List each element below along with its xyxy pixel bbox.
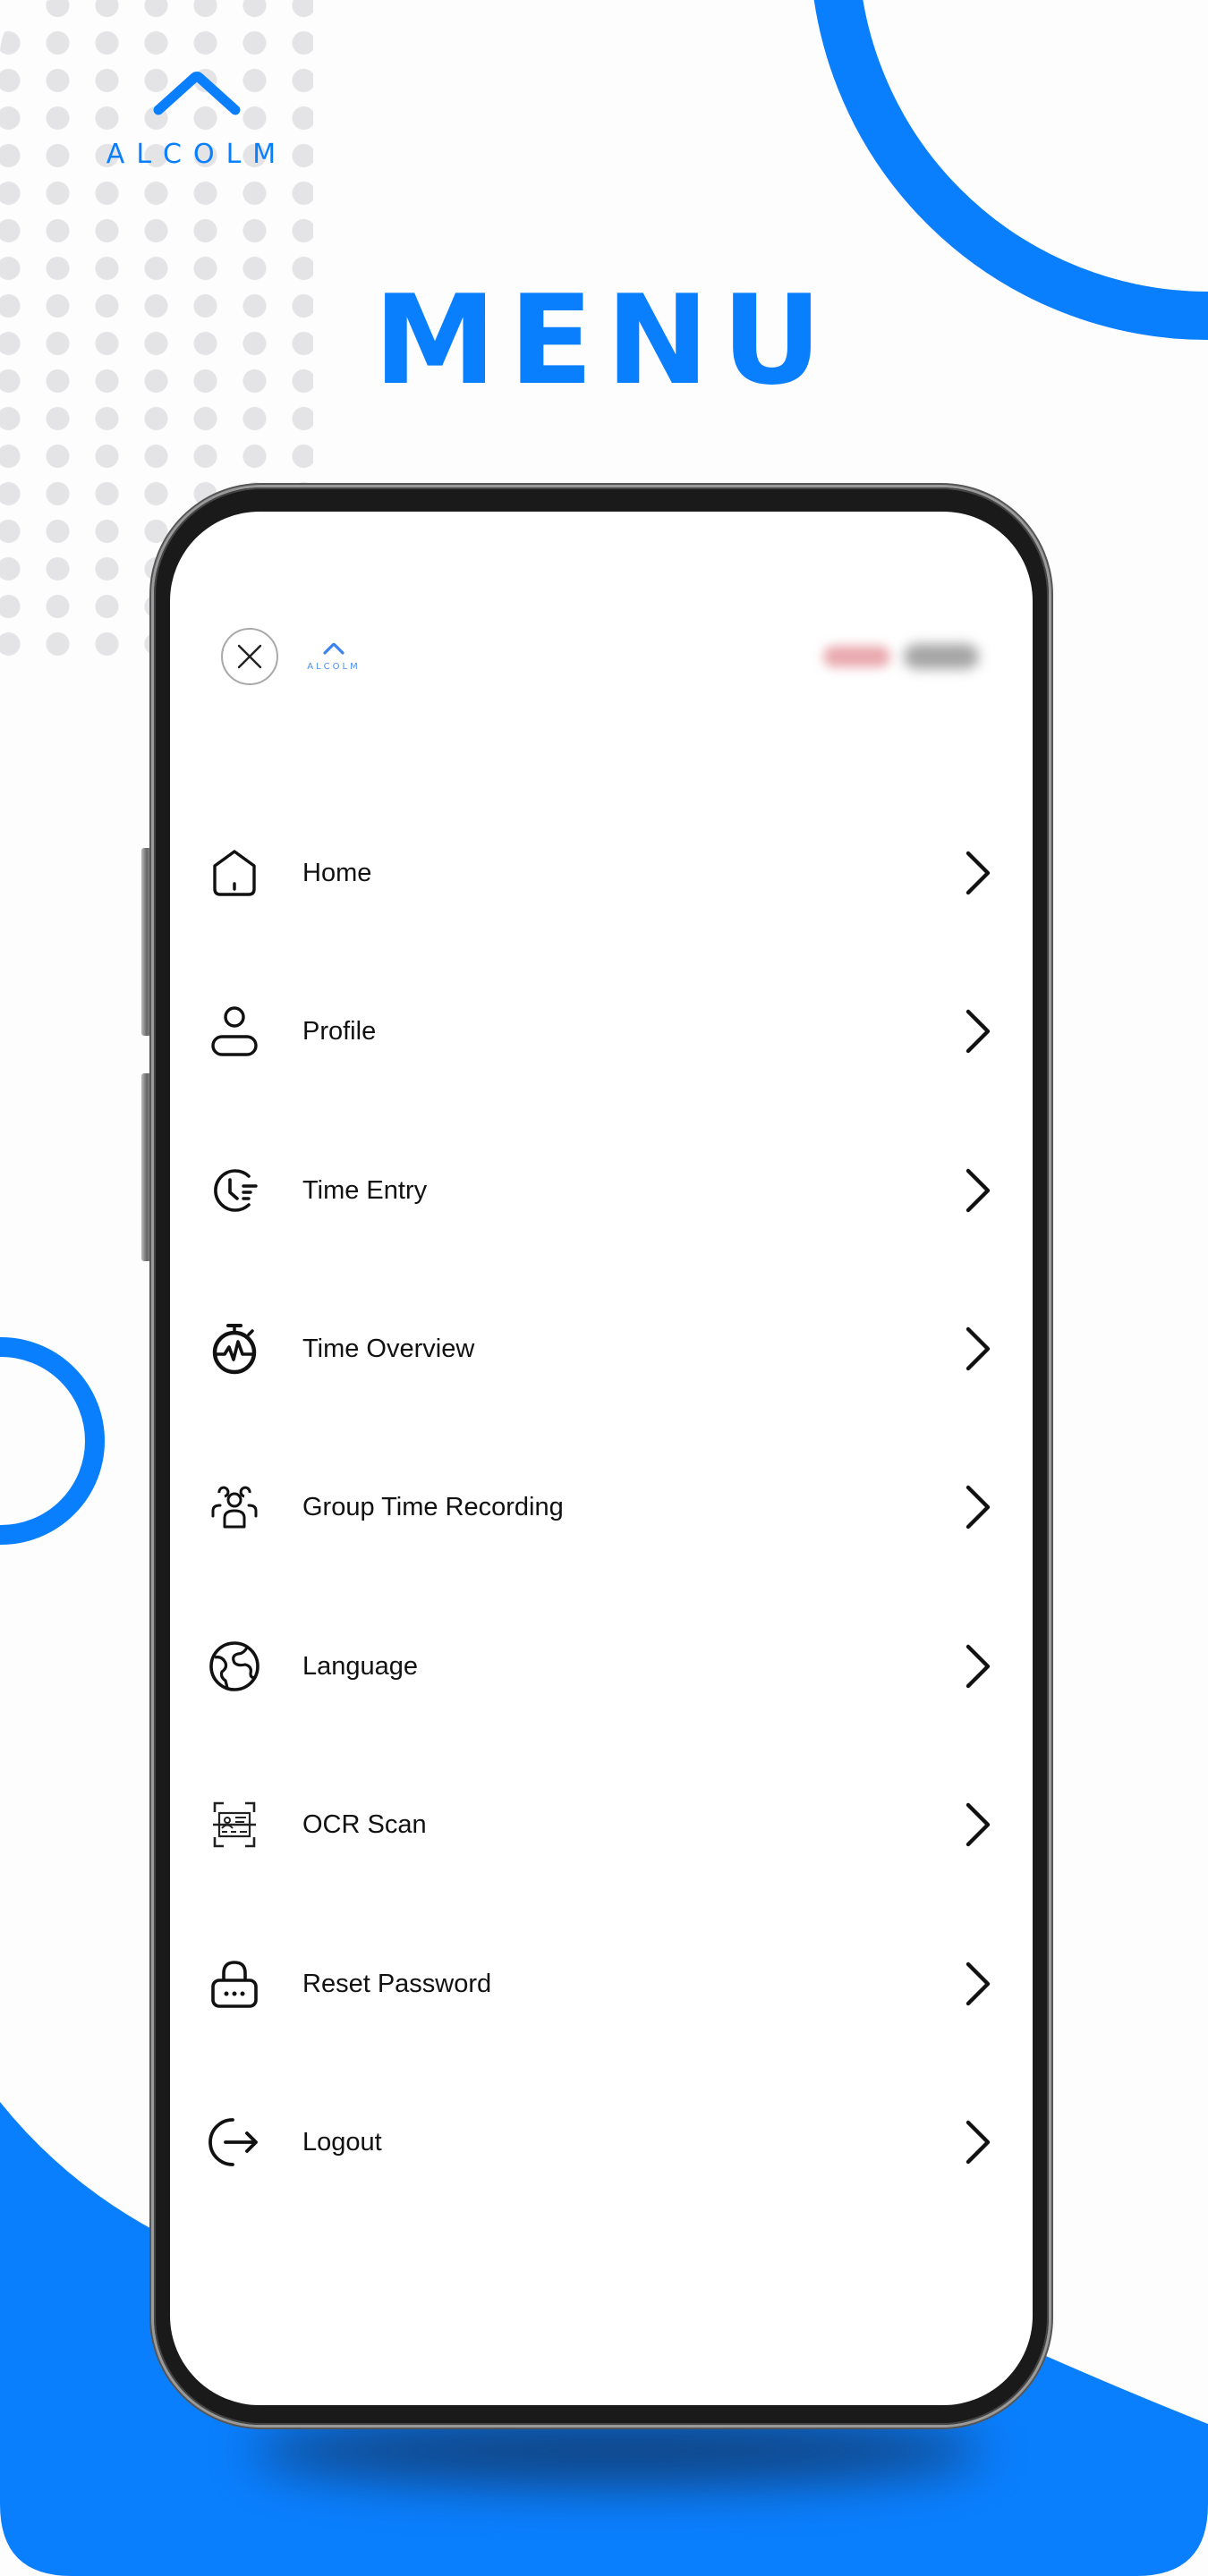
menu-item-reset-password[interactable]: Reset Password: [170, 1930, 1033, 2038]
phone-screen: ALCOLM Home Profile Time Entry Time Over…: [170, 512, 1033, 2405]
menu-item-language[interactable]: Language: [170, 1613, 1033, 1720]
stopwatch-activity-icon: [206, 1320, 263, 1377]
close-menu-button[interactable]: [221, 628, 278, 685]
menu-header: ALCOLM: [170, 512, 1033, 744]
chevron-right-icon: [959, 1800, 995, 1850]
menu-item-label: Profile: [302, 1016, 377, 1046]
lock-password-icon: [206, 1955, 263, 2012]
menu-item-time-overview[interactable]: Time Overview: [170, 1295, 1033, 1402]
menu-item-label: Time Entry: [302, 1175, 428, 1205]
phone-volume-up-button: [141, 848, 152, 1036]
menu-item-logout[interactable]: Logout: [170, 2089, 1033, 2196]
page-title: MENU: [373, 268, 835, 412]
chevron-right-icon: [959, 1006, 995, 1056]
user-icon: [206, 1003, 263, 1060]
users-group-icon: [206, 1479, 263, 1536]
clock-list-icon: [206, 1162, 263, 1219]
menu-item-label: Reset Password: [302, 1969, 492, 1998]
menu-item-home[interactable]: Home: [170, 819, 1033, 927]
phone-shadow: [251, 2415, 984, 2487]
globe-icon: [206, 1638, 263, 1695]
menu-item-label: Home: [302, 858, 372, 887]
scan-id-card-icon: [206, 1796, 263, 1853]
decorative-ring-left: [0, 1337, 105, 1545]
chevron-right-icon: [959, 1482, 995, 1532]
menu-item-time-entry[interactable]: Time Entry: [170, 1137, 1033, 1244]
menu-item-label: OCR Scan: [302, 1809, 427, 1839]
menu-item-group-time-recording[interactable]: Group Time Recording: [170, 1453, 1033, 1561]
menu-item-ocr-scan[interactable]: OCR Scan: [170, 1771, 1033, 1878]
blurred-user-name: [904, 644, 979, 669]
menu-item-label: Group Time Recording: [302, 1492, 564, 1521]
phone-frame: ALCOLM Home Profile Time Entry Time Over…: [154, 487, 1049, 2425]
chevron-right-icon: [959, 1641, 995, 1691]
close-icon: [236, 643, 263, 670]
home-icon: [206, 844, 263, 902]
menu-item-profile[interactable]: Profile: [170, 978, 1033, 1085]
logout-icon: [206, 2114, 263, 2171]
menu-item-label: Language: [302, 1651, 419, 1681]
chevron-right-icon: [959, 1324, 995, 1374]
brand-logo: ALCOLM: [85, 63, 309, 170]
phone-volume-down-button: [141, 1073, 152, 1261]
blurred-status-badge: [823, 646, 890, 667]
menu-item-label: Logout: [302, 2127, 382, 2157]
menu-item-label: Time Overview: [302, 1334, 475, 1363]
chevron-right-icon: [959, 1959, 995, 2009]
chevron-right-icon: [959, 2117, 995, 2167]
header-logo-text: ALCOLM: [307, 662, 360, 672]
chevron-right-icon: [959, 1165, 995, 1216]
brand-logo-text: ALCOLM: [106, 139, 287, 170]
header-logo: ALCOLM: [300, 637, 368, 674]
chevron-right-icon: [959, 848, 995, 898]
